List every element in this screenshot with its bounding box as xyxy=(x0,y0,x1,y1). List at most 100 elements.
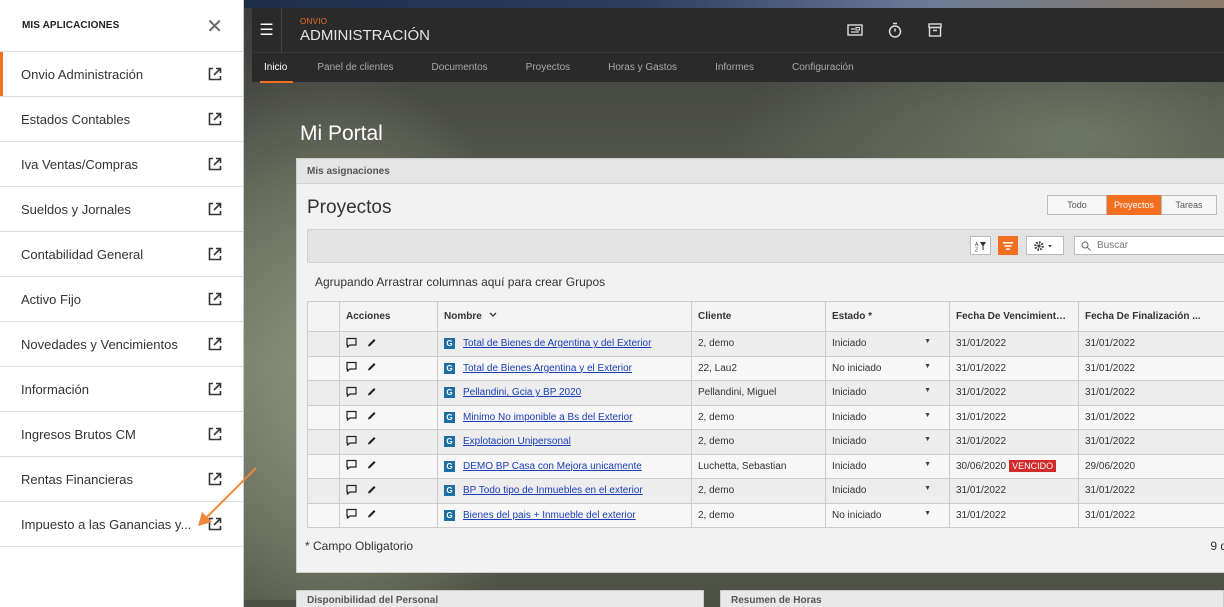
status-cell[interactable]: Iniciado ▼ xyxy=(825,453,950,479)
caret-down-icon[interactable]: ▼ xyxy=(924,387,931,394)
menu-icon[interactable]: ☰ xyxy=(252,8,282,52)
list-view-button[interactable] xyxy=(998,236,1018,255)
project-link[interactable]: DEMO BP Casa con Mejora unicamente xyxy=(463,461,642,472)
comment-icon[interactable] xyxy=(346,508,357,520)
app-item[interactable]: Onvio Administración xyxy=(0,52,243,97)
close-icon[interactable]: ✕ xyxy=(206,14,223,38)
brand[interactable]: ONVIO ADMINISTRACIÓN xyxy=(300,17,430,44)
external-link-icon[interactable] xyxy=(207,201,223,217)
external-link-icon[interactable] xyxy=(207,291,223,307)
column-header[interactable]: Cliente xyxy=(691,301,826,332)
edit-pencil-icon[interactable] xyxy=(366,508,377,519)
nav-tab[interactable]: Inicio xyxy=(254,53,297,83)
column-header[interactable]: Nombre xyxy=(437,301,692,332)
table-row[interactable]: G Minimo No imponible a Bs del Exterior 2,… xyxy=(307,404,1224,430)
project-link[interactable]: Explotacion Unipersonal xyxy=(463,436,571,447)
column-header[interactable] xyxy=(307,301,340,332)
archive-icon[interactable] xyxy=(926,21,944,39)
edit-pencil-icon[interactable] xyxy=(366,386,377,397)
status-cell[interactable]: No iniciado ▼ xyxy=(825,502,950,528)
status-cell[interactable]: Iniciado ▼ xyxy=(825,331,950,357)
caret-down-icon[interactable]: ▼ xyxy=(924,412,931,419)
caret-down-icon[interactable]: ▼ xyxy=(924,338,931,345)
app-item[interactable]: Estados Contables xyxy=(0,97,243,142)
external-link-icon[interactable] xyxy=(207,156,223,172)
status-cell[interactable]: Iniciado ▼ xyxy=(825,478,950,504)
app-item[interactable]: Iva Ventas/Compras xyxy=(0,142,243,187)
sort-filter-button[interactable]: A Z xyxy=(970,236,991,255)
row-selector-cell[interactable] xyxy=(307,429,340,455)
edit-pencil-icon[interactable] xyxy=(366,410,377,421)
nav-tab[interactable]: Informes xyxy=(695,53,772,83)
filter-button[interactable]: Tareas xyxy=(1161,195,1217,215)
table-row[interactable]: G Explotacion Unipersonal 2, demo Iniciado ▼… xyxy=(307,429,1224,455)
table-row[interactable]: G Total de Bienes Argentina y el Exterior… xyxy=(307,355,1224,381)
app-item[interactable]: Información xyxy=(0,367,243,412)
project-link[interactable]: Minimo No imponible a Bs del Exterior xyxy=(463,412,633,423)
external-link-icon[interactable] xyxy=(207,246,223,262)
row-selector-cell[interactable] xyxy=(307,355,340,381)
project-link[interactable]: Bienes del pais + Inmueble del exterior xyxy=(463,510,636,521)
row-selector-cell[interactable] xyxy=(307,502,340,528)
external-link-icon[interactable] xyxy=(207,426,223,442)
filter-button[interactable]: Todo xyxy=(1047,195,1107,215)
search-box[interactable] xyxy=(1074,236,1224,255)
table-row[interactable]: G Bienes del pais + Inmueble del exterior… xyxy=(307,502,1224,528)
table-row[interactable]: G DEMO BP Casa con Mejora unicamente Luche… xyxy=(307,453,1224,479)
caret-down-icon[interactable]: ▼ xyxy=(924,461,931,468)
project-link[interactable]: Pellandini, Gcia y BP 2020 xyxy=(463,387,581,398)
row-selector-cell[interactable] xyxy=(307,380,340,406)
table-row[interactable]: G BP Todo tipo de Inmuebles en el exterio… xyxy=(307,478,1224,504)
project-link[interactable]: Total de Bienes de Argentina y del Exter… xyxy=(463,338,651,349)
external-link-icon[interactable] xyxy=(207,66,223,82)
nav-tab[interactable]: Documentos xyxy=(412,53,506,83)
column-header[interactable]: Acciones xyxy=(339,301,438,332)
stopwatch-icon[interactable] xyxy=(886,21,904,39)
table-row[interactable]: G Total de Bienes de Argentina y del Exte… xyxy=(307,331,1224,357)
nav-tab[interactable]: Configuración xyxy=(772,53,872,83)
row-selector-cell[interactable] xyxy=(307,453,340,479)
caret-down-icon[interactable]: ▼ xyxy=(924,510,931,517)
app-item[interactable]: Activo Fijo xyxy=(0,277,243,322)
external-link-icon[interactable] xyxy=(207,111,223,127)
app-item[interactable]: Contabilidad General xyxy=(0,232,243,277)
status-cell[interactable]: Iniciado ▼ xyxy=(825,380,950,406)
edit-pencil-icon[interactable] xyxy=(366,484,377,495)
edit-pencil-icon[interactable] xyxy=(366,459,377,470)
comment-icon[interactable] xyxy=(346,361,357,373)
edit-pencil-icon[interactable] xyxy=(366,435,377,446)
caret-down-icon[interactable]: ▼ xyxy=(924,485,931,492)
comment-icon[interactable] xyxy=(346,386,357,397)
external-link-icon[interactable] xyxy=(207,336,223,352)
filter-button[interactable]: Proyectos xyxy=(1107,195,1161,215)
table-row[interactable]: G Pellandini, Gcia y BP 2020 Pellandini, M… xyxy=(307,380,1224,406)
column-header[interactable]: Fecha De Vencimiento ... xyxy=(949,301,1079,332)
id-card-icon[interactable] xyxy=(846,21,864,39)
row-selector-cell[interactable] xyxy=(307,478,340,504)
search-input[interactable] xyxy=(1097,240,1224,251)
column-header[interactable]: Estado * xyxy=(825,301,950,332)
edit-pencil-icon[interactable] xyxy=(366,361,377,372)
caret-down-icon[interactable]: ▼ xyxy=(924,436,931,443)
status-cell[interactable]: Iniciado ▼ xyxy=(825,429,950,455)
status-cell[interactable]: No iniciado ▼ xyxy=(825,355,950,381)
external-link-icon[interactable] xyxy=(207,381,223,397)
project-link[interactable]: Total de Bienes Argentina y el Exterior xyxy=(463,363,632,374)
grouping-bar[interactable]: Agrupando Arrastrar columnas aquí para c… xyxy=(315,275,605,289)
row-selector-cell[interactable] xyxy=(307,404,340,430)
status-cell[interactable]: Iniciado ▼ xyxy=(825,404,950,430)
nav-tab[interactable]: Proyectos xyxy=(506,53,588,83)
edit-pencil-icon[interactable] xyxy=(366,337,377,348)
row-selector-cell[interactable] xyxy=(307,331,340,357)
settings-button[interactable] xyxy=(1026,236,1064,255)
app-item[interactable]: Novedades y Vencimientos xyxy=(0,322,243,367)
comment-icon[interactable] xyxy=(346,459,357,471)
app-item[interactable]: Ingresos Brutos CM xyxy=(0,412,243,457)
comment-icon[interactable] xyxy=(346,435,357,446)
chevron-down-icon[interactable] xyxy=(488,311,498,319)
column-header[interactable]: Fecha De Finalización ... xyxy=(1078,301,1224,332)
caret-down-icon[interactable]: ▼ xyxy=(924,363,931,370)
app-item[interactable]: Sueldos y Jornales xyxy=(0,187,243,232)
nav-tab[interactable]: Horas y Gastos xyxy=(588,53,695,83)
comment-icon[interactable] xyxy=(346,484,357,495)
